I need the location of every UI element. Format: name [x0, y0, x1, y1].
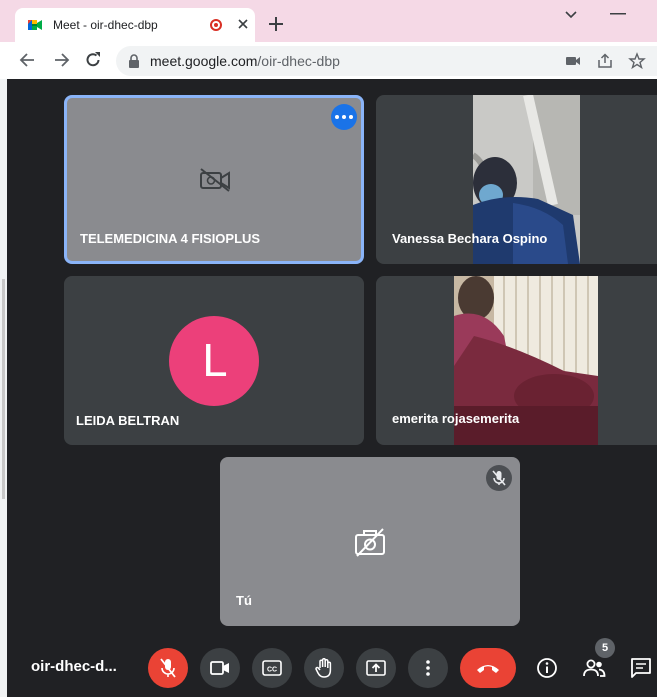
participant-tile-leida[interactable]: L LEIDA BELTRAN — [64, 276, 364, 445]
camera-toggle-button[interactable] — [200, 648, 240, 688]
end-call-icon — [477, 665, 499, 673]
participant-name: Vanessa Bechara Ospino — [392, 231, 548, 246]
video-camera-icon — [210, 661, 229, 675]
camera-in-use-icon[interactable] — [564, 52, 582, 70]
url-path: /oir-dhec-dbp — [257, 53, 340, 69]
close-tab-icon[interactable] — [233, 14, 253, 34]
present-screen-icon — [366, 660, 386, 676]
meeting-controls-bar: oir-dhec-d... CC 5 — [7, 636, 657, 697]
closed-captions-icon: CC — [262, 660, 282, 676]
reload-icon[interactable] — [83, 50, 103, 70]
camera-off-icon — [200, 168, 230, 192]
meeting-code: oir-dhec-d... — [31, 658, 117, 675]
url-host: meet.google.com — [150, 53, 258, 69]
hand-icon — [315, 658, 332, 678]
participant-tile-emerita[interactable]: emerita rojasemerita — [376, 276, 657, 445]
participant-count-badge: 5 — [595, 638, 615, 658]
info-icon — [537, 658, 557, 678]
participant-tile-telemedicina[interactable]: TELEMEDICINA 4 FISIOPLUS — [64, 95, 364, 264]
google-meet-icon — [28, 20, 42, 30]
participant-name: LEIDA BELTRAN — [76, 413, 180, 428]
people-button[interactable] — [582, 656, 606, 680]
chat-icon — [631, 658, 651, 678]
more-options-button[interactable] — [408, 648, 448, 688]
chevron-down-icon[interactable] — [562, 6, 580, 24]
avatar: L — [169, 316, 259, 406]
participant-tile-self[interactable]: Tú — [220, 457, 520, 626]
minimize-icon[interactable] — [610, 12, 626, 16]
leave-call-button[interactable] — [460, 648, 516, 688]
lock-icon[interactable] — [128, 54, 140, 68]
mic-off-icon — [492, 470, 506, 486]
mic-toggle-button[interactable] — [148, 648, 188, 688]
tab-title: Meet - oir-dhec-dbp — [53, 18, 158, 32]
participant-tile-vanessa[interactable]: Vanessa Bechara Ospino — [376, 95, 657, 264]
chat-button[interactable] — [629, 656, 653, 680]
browser-tab-strip: Meet - oir-dhec-dbp — [0, 0, 657, 42]
browser-toolbar: meet.google.com/oir-dhec-dbp — [0, 42, 657, 79]
captions-button[interactable]: CC — [252, 648, 292, 688]
meeting-details-button[interactable] — [535, 656, 559, 680]
participant-name: Tú — [236, 593, 252, 608]
address-bar[interactable]: meet.google.com/oir-dhec-dbp — [116, 46, 657, 76]
camera-off-icon — [355, 528, 385, 557]
forward-icon[interactable] — [51, 50, 71, 70]
participant-name: emerita rojasemerita — [392, 411, 520, 426]
share-icon[interactable] — [596, 52, 614, 70]
people-icon — [583, 659, 606, 677]
new-tab-icon[interactable] — [266, 14, 286, 34]
browser-tab-meet[interactable]: Meet - oir-dhec-dbp — [15, 8, 255, 42]
back-icon[interactable] — [18, 50, 38, 70]
meet-stage: TELEMEDICINA 4 FISIOPLUS Vanessa Bechara… — [7, 79, 657, 697]
present-screen-button[interactable] — [356, 648, 396, 688]
mic-off-icon — [160, 658, 176, 678]
more-vert-icon — [426, 660, 430, 676]
more-options-button[interactable] — [331, 104, 357, 130]
raise-hand-button[interactable] — [304, 648, 344, 688]
window-left-edge — [0, 79, 7, 697]
participant-name: TELEMEDICINA 4 FISIOPLUS — [80, 231, 261, 246]
bookmark-star-icon[interactable] — [628, 52, 646, 70]
recording-indicator-icon — [210, 19, 222, 31]
svg-text:CC: CC — [267, 667, 277, 674]
muted-indicator — [486, 465, 512, 491]
url-text: meet.google.com/oir-dhec-dbp — [150, 53, 340, 69]
